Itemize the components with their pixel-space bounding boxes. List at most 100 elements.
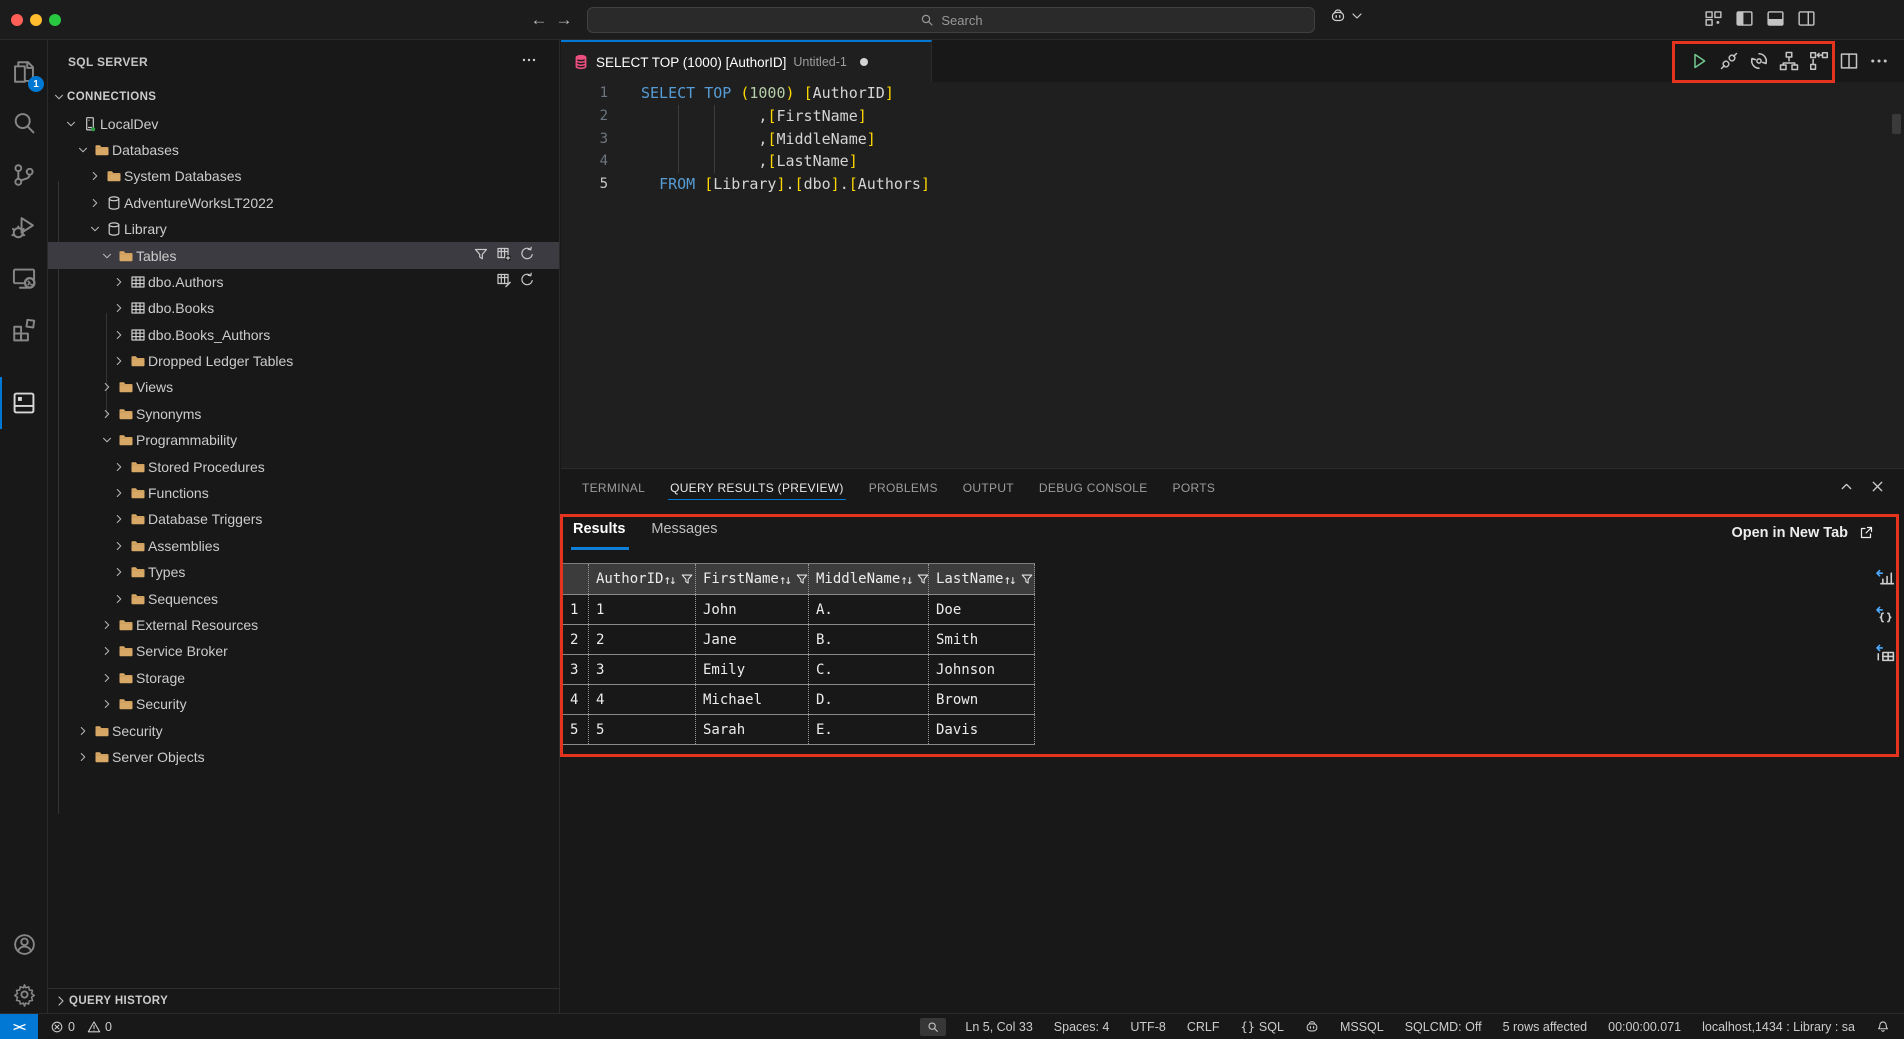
navigate-forward-button[interactable]: → xyxy=(552,8,576,32)
tree-item-server-objects[interactable]: Server Objects xyxy=(48,744,559,770)
toggle-panel-button[interactable] xyxy=(1766,9,1785,31)
chevron-right-icon[interactable] xyxy=(74,749,91,765)
editor-tab[interactable]: SELECT TOP (1000) [AuthorID] Untitled-1 xyxy=(561,40,932,82)
chevron-right-icon[interactable] xyxy=(110,459,127,475)
panel-tab-output[interactable]: OUTPUT xyxy=(961,472,1016,502)
chevron-down-icon[interactable] xyxy=(86,221,103,237)
panel-tab-ports[interactable]: PORTS xyxy=(1171,472,1218,502)
status-encoding[interactable]: UTF-8 xyxy=(1128,1020,1167,1034)
filter-icon[interactable] xyxy=(795,572,809,586)
tree-item-adventureworkslt2022[interactable]: AdventureWorksLT2022 xyxy=(48,190,559,216)
tree-item-synonyms[interactable]: Synonyms xyxy=(48,401,559,427)
tree-item-security[interactable]: Security xyxy=(48,717,559,743)
refresh-button[interactable] xyxy=(519,272,535,291)
code-line-1[interactable]: 1SELECT TOP (1000) [AuthorID] xyxy=(561,82,1904,105)
toggle-sidebar-button[interactable] xyxy=(1735,9,1754,31)
panel-tab-problems[interactable]: PROBLEMS xyxy=(867,472,940,502)
navigate-back-button[interactable]: ← xyxy=(527,8,551,32)
status-notifications[interactable] xyxy=(1874,1020,1892,1034)
new-table-button[interactable] xyxy=(496,246,512,265)
estimated-plan-button[interactable] xyxy=(1778,49,1800,73)
chevron-right-icon[interactable] xyxy=(98,406,115,422)
tree-item-functions[interactable]: Functions xyxy=(48,480,559,506)
filter-icon[interactable] xyxy=(916,572,929,586)
chevron-right-icon[interactable] xyxy=(110,511,127,527)
code-editor[interactable]: 1SELECT TOP (1000) [AuthorID]2 ,[FirstNa… xyxy=(561,82,1904,195)
sort-icon[interactable]: ↑↓ xyxy=(1003,572,1014,587)
edit-data-button[interactable] xyxy=(496,272,512,291)
grid-header-cell[interactable]: FirstName↑↓ xyxy=(696,564,809,594)
customize-layout-button[interactable] xyxy=(1704,9,1723,31)
run-query-button[interactable] xyxy=(1688,49,1710,73)
status-warnings[interactable]: 0 xyxy=(85,1020,114,1034)
refresh-button[interactable] xyxy=(519,246,535,265)
copilot-menu[interactable] xyxy=(1330,8,1365,24)
tree-item-security[interactable]: Security xyxy=(48,691,559,717)
chevron-down-icon[interactable] xyxy=(74,142,91,158)
tree-item-storage[interactable]: Storage xyxy=(48,665,559,691)
chevron-right-icon[interactable] xyxy=(98,379,115,395)
chevron-right-icon[interactable] xyxy=(110,274,127,290)
close-window-button[interactable] xyxy=(11,14,23,26)
panel-tab-debug-console[interactable]: DEBUG CONSOLE xyxy=(1037,472,1150,502)
disconnect-button[interactable] xyxy=(1718,49,1740,73)
chevron-right-icon[interactable] xyxy=(98,617,115,633)
toggle-secondary-sidebar-button[interactable] xyxy=(1797,9,1816,31)
grid-header-cell[interactable]: AuthorID↑↓ xyxy=(589,564,696,594)
dirty-indicator[interactable] xyxy=(860,58,868,66)
tree-item-types[interactable]: Types xyxy=(48,559,559,585)
sidebar-more-actions-button[interactable] xyxy=(521,52,537,68)
tree-item-sequences[interactable]: Sequences xyxy=(48,585,559,611)
panel-tab-terminal[interactable]: TERMINAL xyxy=(580,472,647,502)
panel-tab-query-results-preview-[interactable]: QUERY RESULTS (PREVIEW) xyxy=(668,472,846,502)
tree-item-connections[interactable]: CONNECTIONS xyxy=(48,84,559,110)
code-line-2[interactable]: 2 ,[FirstName] xyxy=(561,105,1904,128)
code-line-5[interactable]: 5 FROM [Library].[dbo].[Authors] xyxy=(561,173,1904,196)
activity-item-settings[interactable] xyxy=(0,970,48,1018)
chevron-right-icon[interactable] xyxy=(110,538,127,554)
chevron-right-icon[interactable] xyxy=(98,643,115,659)
status-indentation[interactable]: Spaces: 4 xyxy=(1052,1020,1112,1034)
results-view-tab-messages[interactable]: Messages xyxy=(651,521,717,541)
chevron-right-icon[interactable] xyxy=(98,670,115,686)
chevron-right-icon[interactable] xyxy=(86,168,103,184)
status-cursor-position[interactable]: Ln 5, Col 33 xyxy=(963,1020,1034,1034)
chevron-down-icon[interactable] xyxy=(98,432,115,448)
status-mssql-provider[interactable]: MSSQL xyxy=(1338,1020,1386,1034)
chevron-right-icon[interactable] xyxy=(110,327,127,343)
status-connection[interactable]: localhost,1434 : Library : sa xyxy=(1700,1020,1857,1034)
grid-header-cell[interactable]: MiddleName↑↓ xyxy=(809,564,929,594)
tree-item-dbo-books[interactable]: dbo.Books xyxy=(48,295,559,321)
status-language-mode[interactable]: {}SQL xyxy=(1238,1020,1285,1034)
chevron-right-icon[interactable] xyxy=(98,696,115,712)
activity-item-source-control[interactable] xyxy=(0,151,48,199)
show-chart-button[interactable] xyxy=(1873,565,1897,587)
tree-item-library[interactable]: Library xyxy=(48,216,559,242)
command-center-search[interactable]: Search xyxy=(587,7,1315,33)
activity-item-sql-server[interactable] xyxy=(0,379,48,427)
tree-item-service-broker[interactable]: Service Broker xyxy=(48,638,559,664)
status-eol[interactable]: CRLF xyxy=(1185,1020,1222,1034)
filter-icon[interactable] xyxy=(1020,572,1034,586)
maximize-panel-button[interactable] xyxy=(1838,478,1855,498)
status-query-time[interactable]: 00:00:00.071 xyxy=(1606,1020,1683,1034)
tree-item-dropped-ledger-tables[interactable]: Dropped Ledger Tables xyxy=(48,348,559,374)
query-history-section[interactable]: QUERY HISTORY xyxy=(48,988,559,1013)
tree-item-assemblies[interactable]: Assemblies xyxy=(48,533,559,559)
tree-item-external-resources[interactable]: External Resources xyxy=(48,612,559,638)
tree-item-dbo-authors[interactable]: dbo.Authors xyxy=(48,269,559,295)
grid-header-cell[interactable]: LastName↑↓ xyxy=(929,564,1035,594)
status-sqlcmd[interactable]: SQLCMD: Off xyxy=(1403,1020,1484,1034)
tree-item-databases[interactable]: Databases xyxy=(48,137,559,163)
more-actions-button[interactable] xyxy=(1868,49,1890,73)
filter-button[interactable] xyxy=(473,246,489,265)
save-as-json-button[interactable] xyxy=(1873,603,1897,625)
open-in-new-tab-button[interactable]: Open in New Tab xyxy=(1731,525,1874,541)
close-panel-button[interactable] xyxy=(1869,478,1886,498)
activity-item-run-and-debug[interactable] xyxy=(0,203,48,251)
code-line-4[interactable]: 4 ,[LastName] xyxy=(561,150,1904,173)
chevron-right-icon[interactable] xyxy=(74,723,91,739)
activity-item-search[interactable] xyxy=(0,99,48,147)
activity-item-extensions[interactable] xyxy=(0,306,48,354)
tree-item-programmability[interactable]: Programmability xyxy=(48,427,559,453)
